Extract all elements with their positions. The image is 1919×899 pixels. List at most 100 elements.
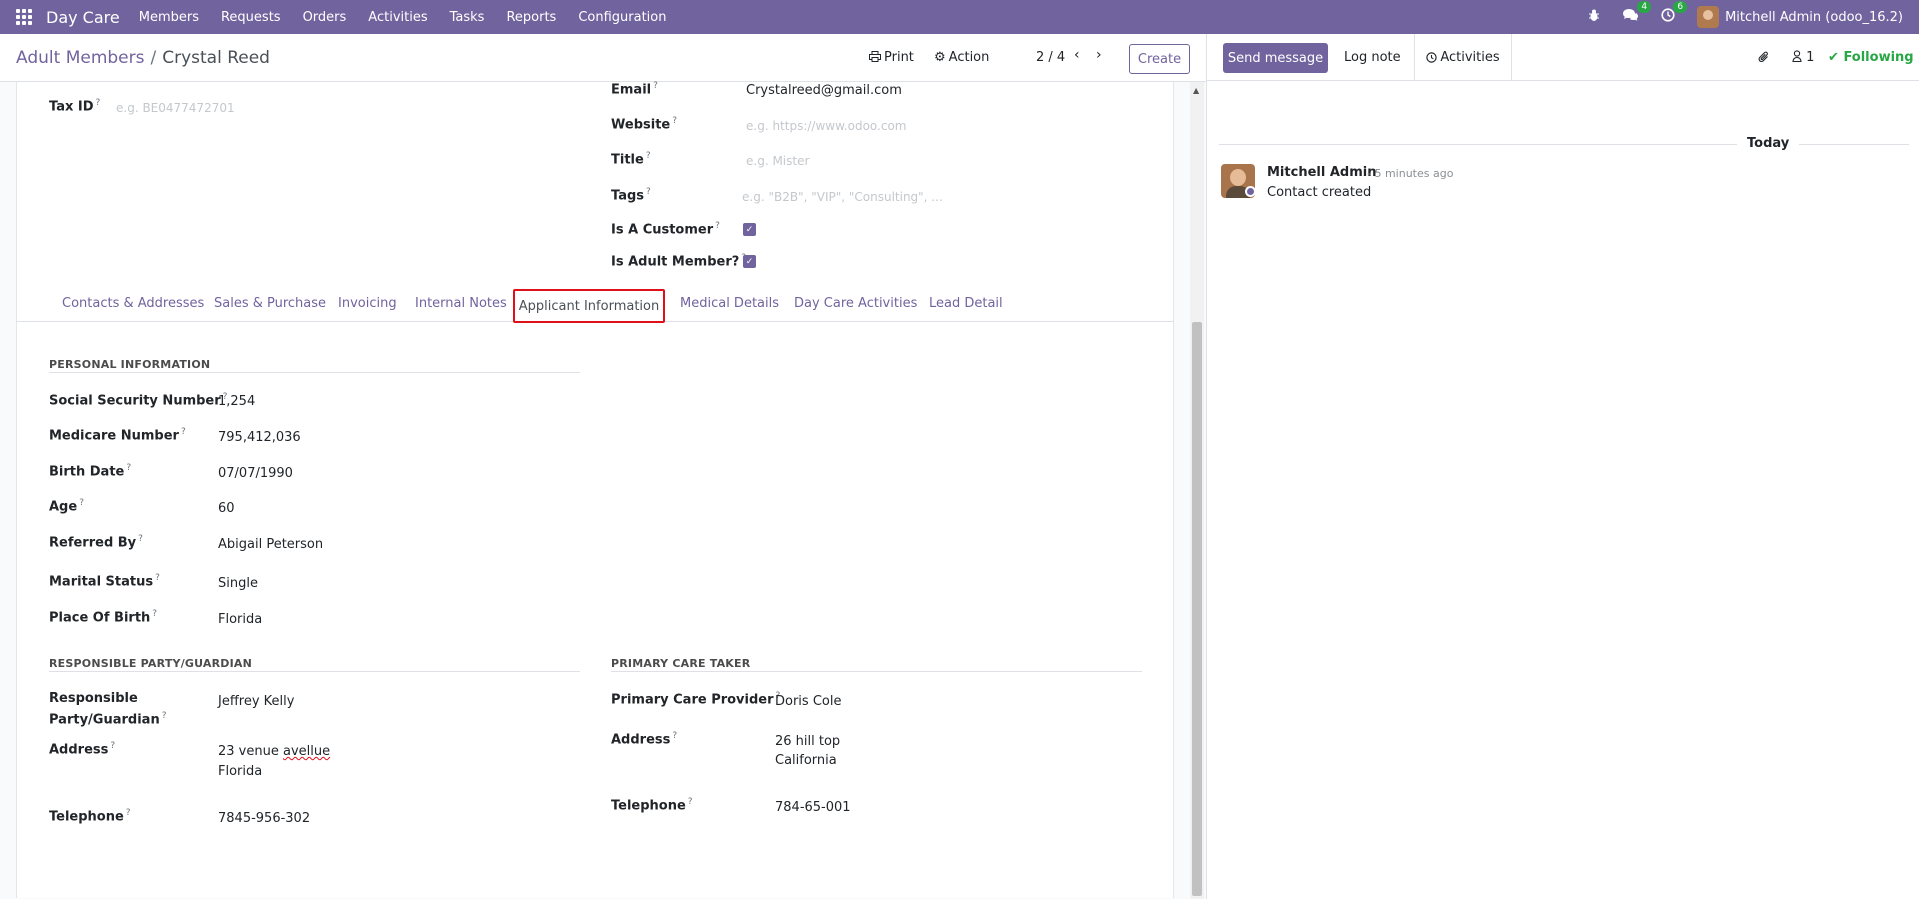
tab-lead-detail[interactable]: Lead Detail (929, 296, 1003, 311)
medicare-field[interactable]: 795,412,036 (218, 430, 301, 445)
message-body: Contact created (1267, 185, 1372, 200)
top-navbar: Day Care Members Requests Orders Activit… (0, 0, 1919, 34)
tax-id-input[interactable]: e.g. BE0477472701 (116, 101, 235, 115)
date-separator-label: Today (1747, 136, 1790, 151)
messages-icon[interactable]: 4 (1622, 1, 1652, 26)
place-of-birth-field[interactable]: Florida (218, 612, 262, 627)
send-message-button[interactable]: Send message (1223, 43, 1328, 73)
form-sheet (16, 82, 1174, 898)
tags-label: Tags? (611, 187, 651, 204)
attachment-paperclip-icon[interactable] (1758, 50, 1770, 68)
app-brand[interactable]: Day Care (46, 8, 120, 27)
birth-date-field[interactable]: 07/07/1990 (218, 466, 293, 481)
marital-status-field[interactable]: Single (218, 576, 258, 591)
pager-value[interactable]: 2 / 4 (1036, 50, 1065, 65)
activities-count-badge: 6 (1673, 1, 1688, 13)
ssn-label: Social Security Number? (49, 392, 228, 409)
medicare-label: Medicare Number? (49, 427, 186, 444)
care-taker-telephone-field[interactable]: 784-65-001 (775, 800, 851, 815)
menu-requests[interactable]: Requests (210, 10, 292, 25)
referred-by-field[interactable]: Abigail Peterson (218, 537, 323, 552)
create-button[interactable]: Create (1129, 44, 1190, 74)
tab-invoicing[interactable]: Invoicing (338, 296, 397, 311)
user-avatar[interactable] (1697, 6, 1720, 28)
care-taker-address-label: Address? (611, 731, 678, 748)
scroll-thumb[interactable] (1192, 322, 1202, 896)
breadcrumb-current: Crystal Reed (162, 48, 270, 68)
tab-applicant-information[interactable]: Applicant Information (513, 289, 665, 323)
title-label: Title? (611, 151, 651, 168)
is-customer-label: Is A Customer? (611, 221, 720, 238)
email-field[interactable]: Crystalreed@gmail.com (746, 83, 902, 98)
form-scrollbar[interactable]: ▲ (1190, 82, 1204, 899)
guardian-telephone-label: Telephone? (49, 808, 131, 825)
menu-configuration[interactable]: Configuration (567, 10, 677, 25)
section-divider (49, 372, 580, 373)
user-menu[interactable]: Mitchell Admin (odoo_16.2) (1725, 10, 1903, 25)
menu-members[interactable]: Members (128, 10, 210, 25)
breadcrumb-separator: / (150, 48, 157, 68)
responsible-party-field[interactable]: Jeffrey Kelly (218, 694, 294, 709)
tab-contacts-addresses[interactable]: Contacts & Addresses (62, 296, 204, 311)
activities-button[interactable]: Activities (1414, 34, 1512, 81)
guardian-telephone-field[interactable]: 7845-956-302 (218, 811, 310, 826)
is-adult-member-label: Is Adult Member?? (611, 253, 746, 270)
date-divider (1799, 144, 1909, 145)
is-customer-checkbox[interactable]: ✓ (743, 223, 756, 236)
tab-medical-details[interactable]: Medical Details (680, 296, 779, 311)
menu-tasks[interactable]: Tasks (439, 10, 496, 25)
print-label: Print (884, 50, 914, 65)
ssn-field[interactable]: 1,254 (218, 394, 255, 409)
gear-icon: ⚙ (934, 50, 946, 65)
menu-reports[interactable]: Reports (495, 10, 567, 25)
debug-bug-icon[interactable] (1588, 9, 1600, 26)
guardian-section-title: RESPONSIBLE PARTY/GUARDIAN (49, 657, 253, 670)
place-of-birth-label: Place Of Birth? (49, 609, 158, 626)
guardian-address-line2[interactable]: Florida (218, 764, 262, 779)
age-field[interactable]: 60 (218, 501, 235, 516)
tax-id-label: Tax ID? (49, 98, 101, 115)
primary-care-provider-field[interactable]: Doris Cole (775, 694, 841, 709)
personal-information-title: PERSONAL INFORMATION (49, 358, 211, 371)
guardian-address-field[interactable]: 23 venue avellue (218, 744, 330, 759)
tab-day-care-activities[interactable]: Day Care Activities (794, 296, 917, 311)
section-divider (611, 671, 1142, 672)
menu-orders[interactable]: Orders (292, 10, 358, 25)
action-button[interactable]: ⚙ Action (934, 50, 989, 65)
care-taker-address-line2[interactable]: California (775, 753, 837, 768)
tags-input[interactable]: e.g. "B2B", "VIP", "Consulting", ... (742, 190, 943, 204)
website-input[interactable]: e.g. https://www.odoo.com (746, 119, 907, 133)
scroll-up-arrow-icon[interactable]: ▲ (1193, 86, 1199, 95)
menu-activities[interactable]: Activities (357, 10, 438, 25)
tab-sales-purchase[interactable]: Sales & Purchase (214, 296, 326, 311)
title-input[interactable]: e.g. Mister (746, 154, 809, 168)
message-author[interactable]: Mitchell Admin (1267, 165, 1376, 180)
email-label: Email? (611, 81, 658, 98)
following-button[interactable]: ✔ Following (1828, 50, 1914, 65)
pager-next-icon[interactable]: › (1096, 47, 1102, 63)
presence-status-icon (1245, 186, 1256, 197)
chatter-topbar: Send message Log note Activities 1 ✔ Fol… (1207, 34, 1919, 81)
is-adult-member-checkbox[interactable]: ✓ (743, 255, 756, 268)
clock-icon (1426, 52, 1438, 63)
care-taker-telephone-label: Telephone? (611, 797, 693, 814)
breadcrumb-parent[interactable]: Adult Members (16, 48, 144, 68)
tab-internal-notes[interactable]: Internal Notes (415, 296, 507, 311)
apps-menu-icon[interactable] (16, 9, 32, 25)
guardian-address-label: Address? (49, 741, 116, 758)
section-divider (49, 671, 580, 672)
message-timestamp: - 5 minutes ago (1367, 167, 1454, 180)
print-button[interactable]: Print (869, 50, 914, 65)
following-label: Following (1843, 50, 1914, 65)
referred-by-label: Referred By? (49, 534, 143, 551)
care-taker-address-field[interactable]: 26 hill top (775, 734, 840, 749)
activities-clock-icon[interactable]: 6 (1661, 1, 1688, 26)
check-icon: ✔ (1828, 50, 1839, 65)
messages-count-badge: 4 (1637, 1, 1652, 13)
pager-previous-icon[interactable]: ‹ (1074, 47, 1080, 63)
activities-label: Activities (1440, 50, 1500, 65)
breadcrumb: Adult Members / Crystal Reed (16, 48, 270, 68)
website-label: Website? (611, 116, 678, 133)
followers-button[interactable]: 1 (1792, 50, 1814, 65)
log-note-button[interactable]: Log note (1344, 50, 1401, 65)
